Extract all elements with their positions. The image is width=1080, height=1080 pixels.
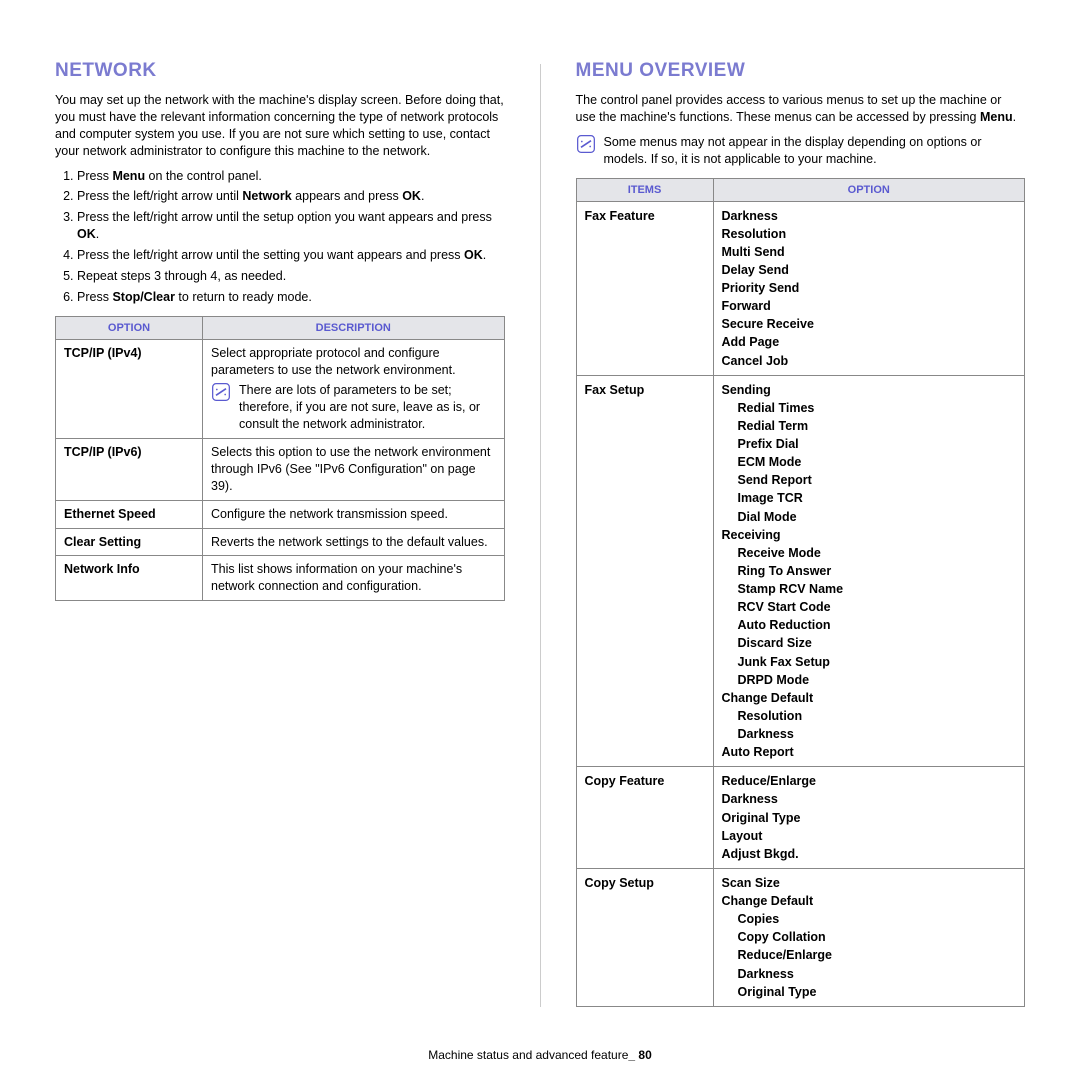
menu-overview-note: Some menus may not appear in the display…: [576, 134, 1026, 168]
step-4: Press the left/right arrow until the set…: [77, 247, 505, 264]
footer: Machine status and advanced feature_ 80: [0, 1048, 1080, 1062]
col-option: OPTION: [56, 316, 203, 339]
table-row: Fax Setup Sending Redial TimesRedial Ter…: [576, 375, 1025, 767]
step-1: Press Menu on the control panel.: [77, 168, 505, 185]
menu-overview-heading: MENU OVERVIEW: [576, 60, 1026, 82]
col-option: OPTION: [713, 178, 1025, 201]
step-6: Press Stop/Clear to return to ready mode…: [77, 289, 505, 306]
table-row: Clear Setting Reverts the network settin…: [56, 528, 505, 556]
table-row: Copy Feature Reduce/EnlargeDarknessOrigi…: [576, 767, 1025, 869]
table-row: Fax Feature DarknessResolutionMulti Send…: [576, 201, 1025, 375]
network-intro: You may set up the network with the mach…: [55, 92, 505, 160]
note-ipv4: There are lots of parameters to be set; …: [211, 382, 496, 433]
col-description: DESCRIPTION: [203, 316, 505, 339]
table-row: Ethernet Speed Configure the network tra…: [56, 500, 505, 528]
col-items: ITEMS: [576, 178, 713, 201]
table-row: TCP/IP (IPv4) Select appropriate protoco…: [56, 339, 505, 438]
table-row: Copy Setup Scan Size Change Default Copi…: [576, 868, 1025, 1006]
step-5: Repeat steps 3 through 4, as needed.: [77, 268, 505, 285]
step-3: Press the left/right arrow until the set…: [77, 209, 505, 243]
network-heading: NETWORK: [55, 60, 505, 82]
network-steps: Press Menu on the control panel. Press t…: [55, 168, 505, 306]
table-row: TCP/IP (IPv6) Selects this option to use…: [56, 439, 505, 501]
network-options-table: OPTION DESCRIPTION TCP/IP (IPv4) Select …: [55, 316, 505, 602]
column-divider: [540, 64, 541, 1007]
right-column: MENU OVERVIEW The control panel provides…: [576, 60, 1026, 1007]
step-2: Press the left/right arrow until Network…: [77, 188, 505, 205]
note-icon: [211, 382, 231, 402]
menu-overview-table: ITEMS OPTION Fax Feature DarknessResolut…: [576, 178, 1026, 1007]
table-row: Network Info This list shows information…: [56, 556, 505, 601]
left-column: NETWORK You may set up the network with …: [55, 60, 505, 1007]
note-icon: [576, 134, 596, 154]
menu-overview-intro: The control panel provides access to var…: [576, 92, 1026, 126]
